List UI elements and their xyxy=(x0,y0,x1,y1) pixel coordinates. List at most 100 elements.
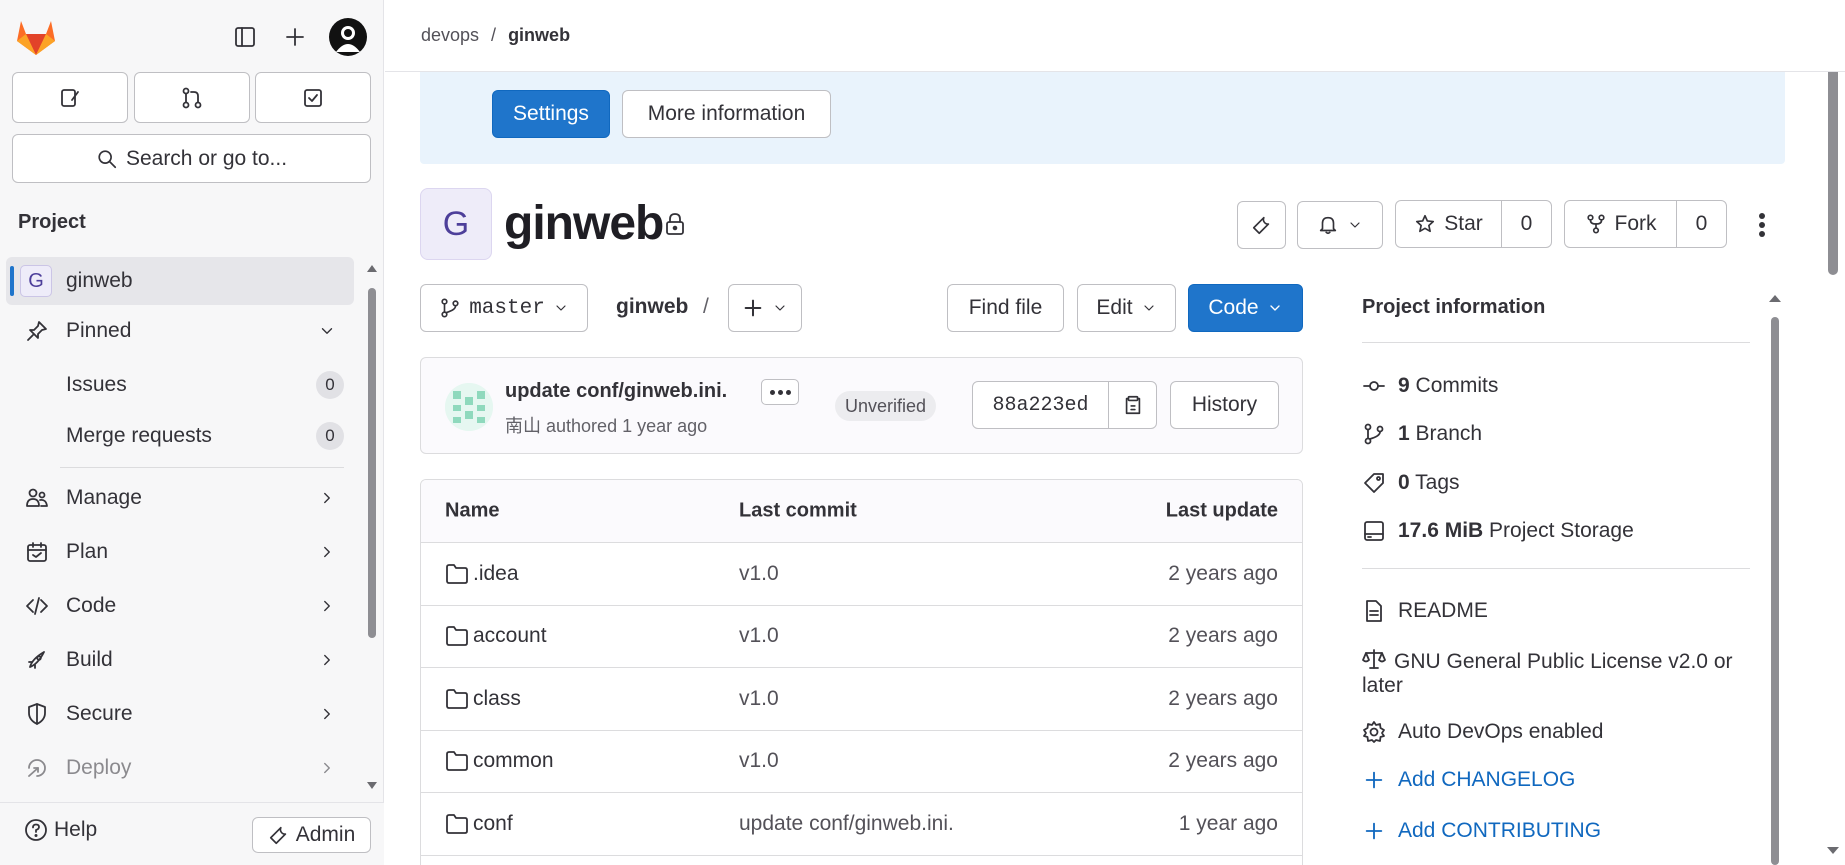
star-count[interactable]: 0 xyxy=(1502,201,1551,247)
file-name-link[interactable]: account xyxy=(473,624,547,648)
gitlab-logo-icon[interactable] xyxy=(15,17,57,57)
admin-label: Admin xyxy=(295,823,356,846)
branch-name: master xyxy=(469,296,545,320)
file-last-update: 2 years ago xyxy=(1168,624,1278,648)
commit-sha[interactable]: 88a223ed xyxy=(973,382,1109,428)
find-file-button[interactable]: Find file xyxy=(947,284,1064,332)
chevron-right-icon xyxy=(318,705,336,723)
file-last-commit-link[interactable]: update conf/ginweb.ini. xyxy=(739,812,954,836)
add-changelog-label: Add CHANGELOG xyxy=(1398,768,1576,791)
branches-label: Branch xyxy=(1415,422,1483,445)
file-last-commit-link[interactable]: v1.0 xyxy=(739,749,779,773)
column-header-last-commit: Last commit xyxy=(739,499,857,522)
fork-button[interactable]: Fork xyxy=(1565,201,1676,247)
license-link[interactable]: GNU General Public License v2.0 or later xyxy=(1362,647,1747,698)
fork-button-group: Fork 0 xyxy=(1564,200,1727,248)
breadcrumb-project-link[interactable]: ginweb xyxy=(508,25,570,46)
chevron-down-icon xyxy=(1267,300,1283,316)
sidebar-item-deploy[interactable]: Deploy xyxy=(6,744,354,792)
file-last-update: 2 years ago xyxy=(1168,686,1278,710)
commit-author-link[interactable]: 南山 xyxy=(505,416,541,436)
sidebar-item-project[interactable]: G ginweb xyxy=(6,257,354,305)
create-new-plus-icon[interactable] xyxy=(278,20,312,54)
branches-link[interactable]: 1 Branch xyxy=(1362,422,1482,446)
wrench-icon xyxy=(268,824,290,846)
file-name-link[interactable]: class xyxy=(473,687,521,711)
admin-button[interactable]: Admin xyxy=(252,817,371,853)
star-button[interactable]: Star xyxy=(1396,201,1501,247)
table-row[interactable]: conf update conf/ginweb.ini. 1 year ago xyxy=(421,793,1302,856)
breadcrumb-group-link[interactable]: devops xyxy=(421,25,479,46)
signature-status-badge[interactable]: Unverified xyxy=(835,391,937,421)
disk-icon xyxy=(1362,519,1386,543)
chevron-down-icon xyxy=(1141,300,1157,316)
sidebar: Search or go to... Project G ginweb Pinn… xyxy=(0,0,384,865)
sidebar-item-label: Deploy xyxy=(66,756,132,779)
copy-sha-button[interactable] xyxy=(1109,382,1156,428)
sidebar-item-plan[interactable]: Plan xyxy=(6,528,354,576)
edit-dropdown[interactable]: Edit xyxy=(1077,284,1176,332)
commit-author-avatar[interactable] xyxy=(445,383,493,431)
sidebar-item-code[interactable]: Code xyxy=(6,582,354,630)
table-row[interactable]: common v1.0 2 years ago xyxy=(421,731,1302,793)
folder-icon xyxy=(445,625,469,647)
user-avatar[interactable] xyxy=(329,18,367,56)
sidebar-toggle-icon[interactable] xyxy=(228,20,262,54)
file-last-commit-link[interactable]: v1.0 xyxy=(739,562,779,586)
table-row[interactable]: account v1.0 2 years ago xyxy=(421,606,1302,668)
readme-link[interactable]: README xyxy=(1362,599,1488,623)
history-button[interactable]: History xyxy=(1170,381,1279,429)
sidebar-item-label: Manage xyxy=(66,486,142,509)
branch-selector[interactable]: master xyxy=(420,284,588,332)
project-settings-button[interactable] xyxy=(1237,201,1286,249)
divider xyxy=(1362,568,1750,569)
tags-link[interactable]: 0 Tags xyxy=(1362,471,1460,495)
table-row[interactable]: .idea v1.0 2 years ago xyxy=(421,543,1302,606)
commit-message-link[interactable]: update conf/ginweb.ini. xyxy=(505,380,727,403)
add-changelog-link[interactable]: Add CHANGELOG xyxy=(1362,768,1575,792)
sidebar-item-manage[interactable]: Manage xyxy=(6,474,354,522)
more-actions-kebab-icon[interactable] xyxy=(1750,208,1774,242)
commits-link[interactable]: 9 Commits xyxy=(1362,374,1498,398)
star-icon xyxy=(1414,213,1436,235)
sidebar-item-merge-requests[interactable]: Merge requests 0 xyxy=(6,412,354,460)
page-scrollbar[interactable] xyxy=(1823,40,1843,865)
fork-count[interactable]: 0 xyxy=(1677,201,1726,247)
file-name-link[interactable]: common xyxy=(473,749,554,773)
sidebar-item-label: ginweb xyxy=(66,269,133,292)
table-row[interactable]: class v1.0 2 years ago xyxy=(421,668,1302,731)
search-button[interactable]: Search or go to... xyxy=(12,134,371,183)
code-label: Code xyxy=(1208,296,1259,319)
file-name-link[interactable]: .idea xyxy=(473,562,519,586)
file-last-commit-link[interactable]: v1.0 xyxy=(739,687,779,711)
alert-settings-button[interactable]: Settings xyxy=(492,90,610,138)
file-name-link[interactable]: conf xyxy=(473,812,513,836)
sidebar-item-issues[interactable]: Issues 0 xyxy=(6,361,354,409)
sidebar-item-label: Secure xyxy=(66,702,133,725)
sidebar-item-label: Merge requests xyxy=(66,424,212,447)
storage-link[interactable]: 17.6 MiB Project Storage xyxy=(1362,519,1634,543)
folder-icon xyxy=(445,563,469,585)
add-contributing-link[interactable]: Add CONTRIBUTING xyxy=(1362,819,1601,843)
repo-path-root[interactable]: ginweb xyxy=(616,295,688,319)
auto-devops-link[interactable]: Auto DevOps enabled xyxy=(1362,720,1603,744)
sidebar-scrollbar[interactable] xyxy=(366,262,378,792)
info-panel-scrollbar[interactable] xyxy=(1768,292,1782,865)
merge-requests-button[interactable] xyxy=(134,72,250,123)
sidebar-item-secure[interactable]: Secure xyxy=(6,690,354,738)
toggle-commit-description-button[interactable] xyxy=(761,379,799,405)
notifications-dropdown[interactable] xyxy=(1297,201,1383,249)
sidebar-item-build[interactable]: Build xyxy=(6,636,354,684)
add-to-tree-dropdown[interactable] xyxy=(728,284,802,332)
file-last-commit-link[interactable]: v1.0 xyxy=(739,624,779,648)
todo-list-button[interactable] xyxy=(255,72,371,123)
edit-label: Edit xyxy=(1096,296,1133,319)
commit-authored-text: authored 1 year ago xyxy=(546,416,708,436)
tags-count: 0 xyxy=(1398,471,1410,494)
help-button[interactable]: Help xyxy=(24,818,97,842)
alert-more-info-button[interactable]: More information xyxy=(622,90,831,138)
sidebar-item-pinned[interactable]: Pinned xyxy=(6,307,354,355)
lock-icon xyxy=(664,212,686,236)
assigned-issues-button[interactable] xyxy=(12,72,128,123)
code-dropdown[interactable]: Code xyxy=(1188,284,1303,332)
